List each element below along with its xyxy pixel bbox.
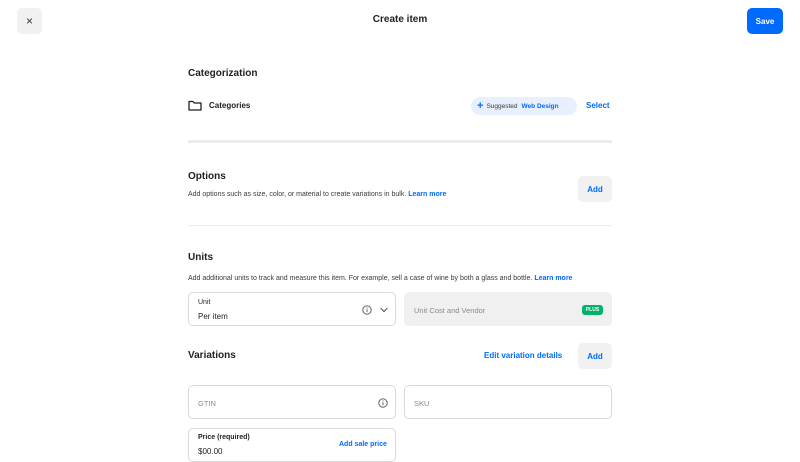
save-button[interactable]: Save (747, 8, 783, 34)
sku-input[interactable]: SKU (404, 385, 612, 419)
edit-variation-details-link[interactable]: Edit variation details (484, 351, 562, 360)
options-description: Add options such as size, color, or mate… (188, 191, 446, 198)
categories-row: Categories + Suggested Web Design Select (188, 97, 612, 115)
gtin-placeholder: GTIN (198, 399, 216, 408)
price-field-label: Price (required) (198, 434, 250, 441)
add-variation-button[interactable]: Add (578, 343, 612, 369)
top-bar: × Create item Save (0, 0, 800, 42)
plus-badge: PLUS (582, 305, 603, 315)
unit-field-value: Per item (198, 312, 228, 321)
select-categories-link[interactable]: Select (586, 101, 610, 110)
folder-icon (188, 100, 202, 111)
unit-select[interactable]: Unit Per item (188, 292, 396, 326)
suggested-prefix: Suggested (486, 102, 518, 110)
options-heading: Options (188, 171, 226, 182)
plus-icon: + (477, 99, 484, 112)
options-learn-more-link[interactable]: Learn more (408, 191, 446, 198)
units-heading: Units (188, 252, 213, 263)
units-description: Add additional units to track and measur… (188, 275, 572, 282)
add-option-button[interactable]: Add (578, 176, 612, 202)
unit-field-label: Unit (198, 299, 211, 306)
price-field-value: $00.00 (198, 447, 223, 456)
info-icon[interactable] (362, 305, 372, 315)
sku-placeholder: SKU (414, 399, 430, 408)
categorization-heading: Categorization (188, 68, 258, 79)
chevron-down-icon[interactable] (379, 305, 389, 315)
options-description-text: Add options such as size, color, or mate… (188, 191, 407, 198)
info-icon[interactable] (378, 398, 388, 408)
units-description-text: Add additional units to track and measur… (188, 275, 533, 282)
page-title: Create item (372, 14, 428, 25)
section-divider (188, 140, 612, 143)
suggested-category-value: Web Design (521, 102, 559, 110)
unit-cost-vendor-field: Unit Cost and Vendor PLUS (404, 292, 612, 326)
variations-heading: Variations (188, 350, 236, 361)
gtin-input[interactable]: GTIN (188, 385, 396, 419)
price-input[interactable]: Price (required) Add sale price $00.00 (188, 428, 396, 462)
suggested-category-chip[interactable]: + Suggested Web Design (471, 97, 577, 115)
add-sale-price-link[interactable]: Add sale price (339, 441, 387, 448)
categories-label: Categories (209, 101, 251, 110)
units-learn-more-link[interactable]: Learn more (534, 275, 572, 282)
unit-cost-vendor-placeholder: Unit Cost and Vendor (414, 306, 486, 315)
section-divider (188, 225, 612, 226)
